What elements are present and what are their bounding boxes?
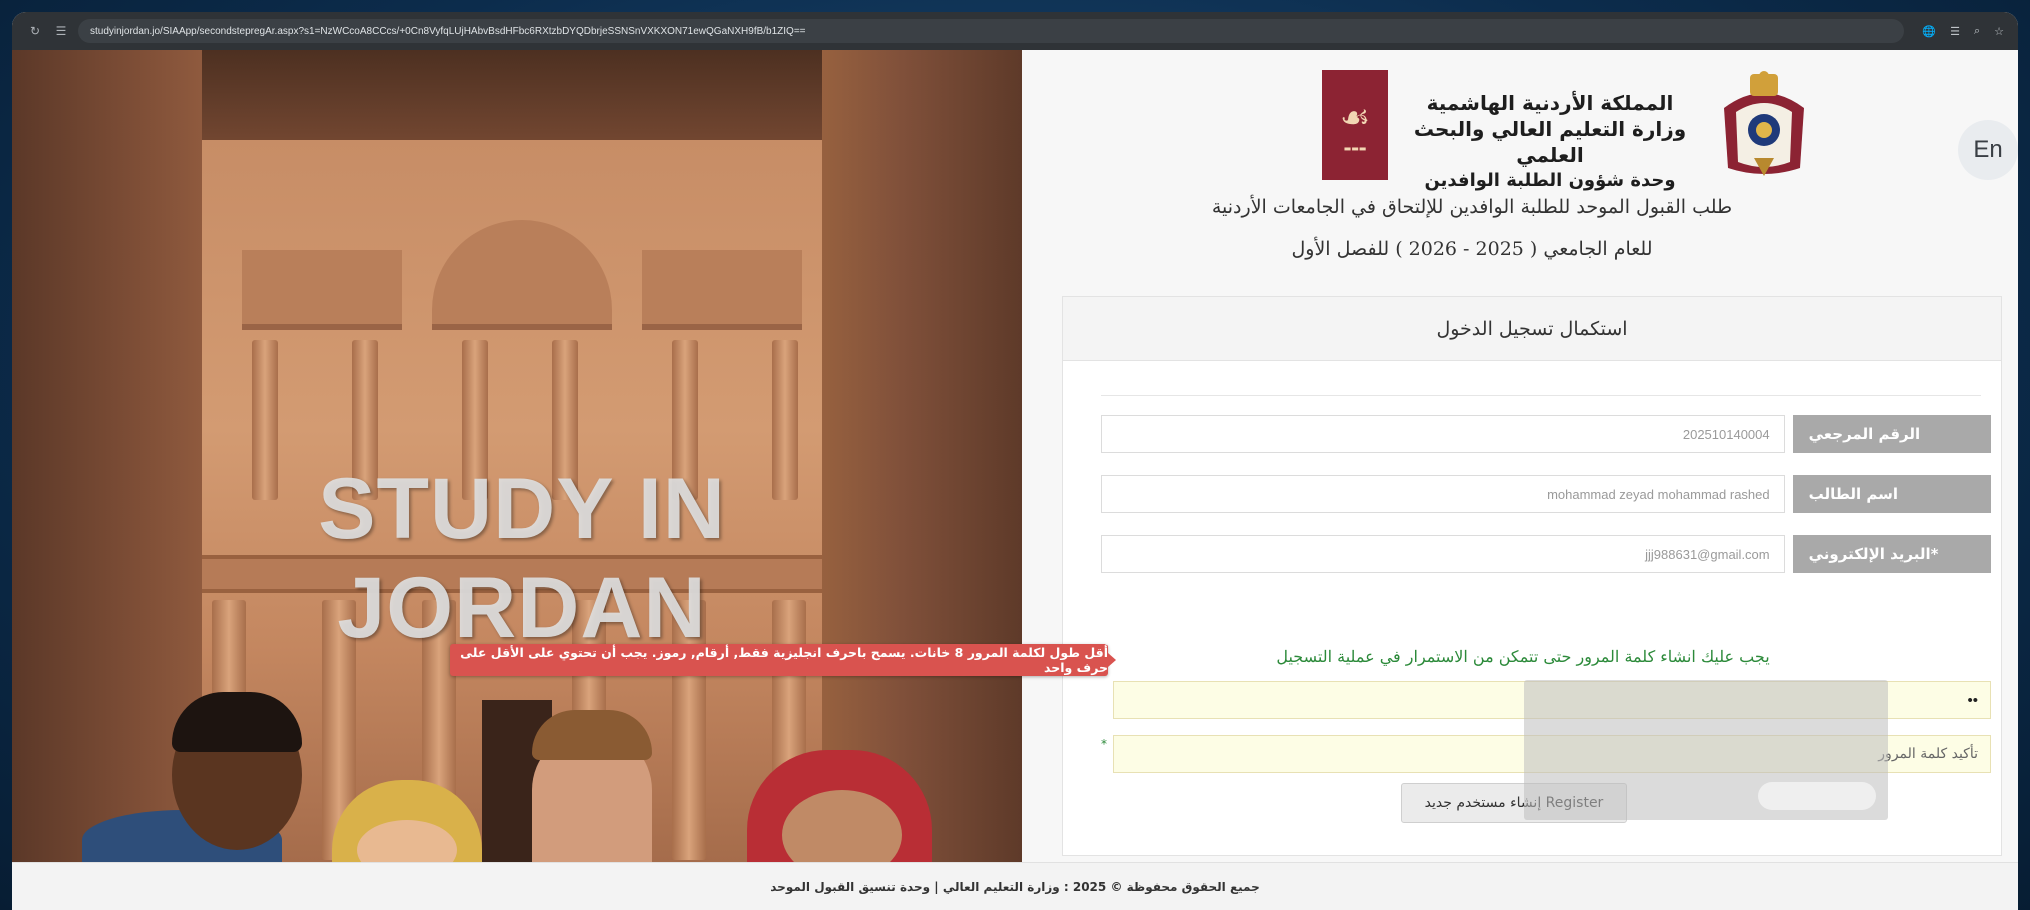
site-info-icon[interactable]: ☰ bbox=[52, 22, 70, 40]
hero-image: STUDY IN JORDAN bbox=[12, 50, 1022, 862]
address-bar[interactable]: studyinjordan.jo/SIAApp/secondstepregAr.… bbox=[78, 19, 1905, 43]
translucent-popup-overlay bbox=[1524, 680, 1888, 820]
email-field[interactable]: jjj988631@gmail.com bbox=[1101, 535, 1785, 573]
language-toggle-button[interactable]: En bbox=[1958, 120, 2018, 180]
student-name-row: mohammad zeyad mohammad rashed اسم الطال… bbox=[1101, 475, 1991, 513]
password-rules-tooltip: أقل طول لكلمة المرور 8 خانات. يسمح باحرف… bbox=[450, 644, 1116, 676]
divider bbox=[1101, 395, 1981, 396]
bookmark-star-icon[interactable]: ☆ bbox=[1994, 25, 2004, 38]
confirm-password-placeholder: تأكيد كلمة المرور bbox=[1878, 746, 1978, 762]
page-footer: جميع الحقوق محفوظة © 2025 : وزارة التعلي… bbox=[12, 862, 2018, 910]
email-label: *البريد الإلكتروني bbox=[1792, 535, 1991, 573]
ministry-line-1: المملكة الأردنية الهاشمية bbox=[1426, 91, 1674, 115]
application-title: طلب القبول الموحد للطلبة الوافدين للإلتح… bbox=[1211, 196, 1733, 218]
card-title: استكمال تسجيل الدخول bbox=[1063, 297, 2001, 361]
jordan-coat-of-arms-icon bbox=[1724, 71, 1804, 176]
translate-icon[interactable]: 🌐 bbox=[1922, 25, 1936, 38]
student-name-label: اسم الطالب bbox=[1792, 475, 1991, 513]
required-marker: * bbox=[1101, 737, 1107, 751]
hero-title: STUDY IN JORDAN bbox=[318, 461, 726, 656]
browser-window: ↻ ☰ studyinjordan.jo/SIAApp/secondstepre… bbox=[12, 12, 2018, 910]
reference-number-field[interactable]: 202510140004 bbox=[1101, 415, 1785, 453]
email-row: jjj988631@gmail.com *البريد الإلكتروني bbox=[1101, 535, 1991, 573]
password-notice: يجب عليك انشاء كلمة المرور حتى تتمكن من … bbox=[1276, 647, 1770, 666]
reference-number-row: 202510140004 الرقم المرجعي bbox=[1101, 415, 1991, 453]
student-name-field[interactable]: mohammad zeyad mohammad rashed bbox=[1101, 475, 1785, 513]
ministry-name: المملكة الأردنية الهاشمية وزارة التعليم … bbox=[1400, 90, 1700, 194]
unit-logo: ☙ ▬▬▬ bbox=[1322, 70, 1388, 180]
ministry-line-2: وزارة التعليم العالي والبحث العلمي bbox=[1413, 117, 1687, 167]
popup-pill-button[interactable] bbox=[1758, 782, 1876, 810]
academic-year-subtitle: للعام الجامعي ( 2025 - 2026 ) للفصل الأو… bbox=[1291, 238, 1653, 260]
zoom-icon[interactable]: ⌕ bbox=[1974, 25, 1980, 38]
reference-number-label: الرقم المرجعي bbox=[1792, 415, 1991, 453]
extensions-icon[interactable]: ☰ bbox=[1950, 25, 1960, 38]
password-value: •• bbox=[1967, 691, 1978, 709]
browser-toolbar: ↻ ☰ studyinjordan.jo/SIAApp/secondstepre… bbox=[12, 12, 2018, 50]
ministry-line-3: وحدة شؤون الطلبة الوافدين bbox=[1424, 170, 1676, 191]
reload-icon[interactable]: ↻ bbox=[26, 22, 44, 40]
url-text: studyinjordan.jo/SIAApp/secondstepregAr.… bbox=[90, 25, 806, 37]
